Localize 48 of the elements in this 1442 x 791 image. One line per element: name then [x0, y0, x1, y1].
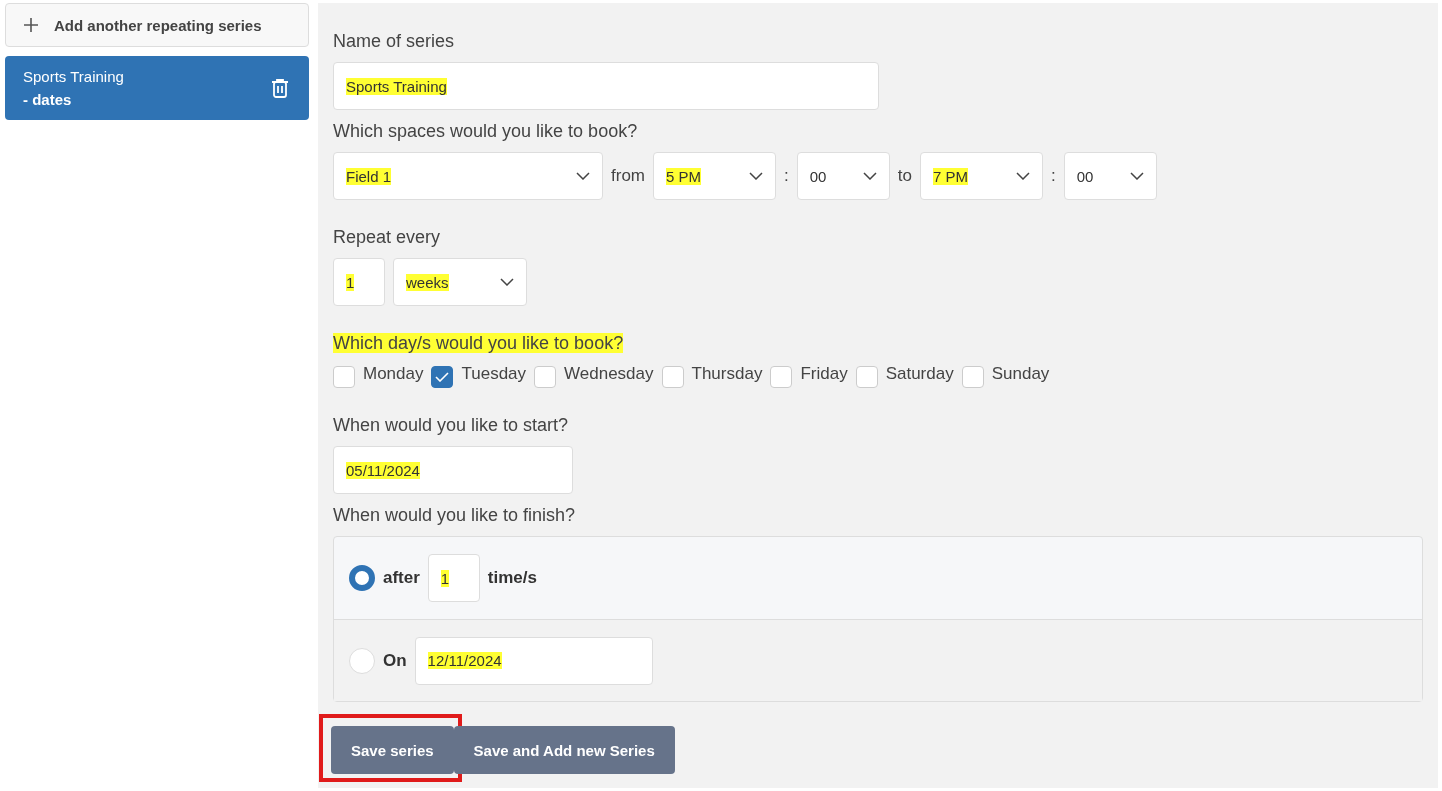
start-date-field[interactable]: 05/11/2024 — [333, 446, 573, 494]
chevron-down-icon — [749, 172, 763, 180]
save-button[interactable]: Save series — [331, 726, 454, 774]
checkmark-icon — [435, 372, 450, 382]
series-title: Sports Training — [23, 68, 124, 85]
field-label: Which day/s would you like to book? — [333, 333, 624, 353]
inline-text: to — [897, 165, 912, 187]
count-field[interactable]: 1 — [333, 258, 385, 306]
trash-icon[interactable] — [271, 78, 289, 98]
select-field[interactable]: 5 PM — [653, 152, 776, 200]
series-subtitle: - dates — [23, 91, 73, 108]
checkbox-label: Friday — [800, 364, 848, 384]
checkbox[interactable] — [431, 366, 454, 388]
chevron-down-icon — [500, 278, 514, 286]
chevron-down-icon — [862, 172, 877, 180]
option-field[interactable]: 1 — [427, 554, 480, 602]
chevron-down-icon — [1015, 172, 1030, 180]
inline-text: : — [784, 165, 789, 187]
option-suffix: time/s — [487, 568, 537, 588]
option-label: On — [383, 650, 407, 671]
series-item[interactable]: Sports Training - dates — [5, 56, 309, 120]
select-field[interactable]: 00 — [1063, 152, 1157, 200]
save-button[interactable]: Save and Add new Series — [453, 726, 675, 774]
select-field[interactable]: Field 1 — [333, 152, 603, 200]
unit-select[interactable]: weeks — [393, 258, 527, 306]
checkbox-label: Wednesday — [564, 364, 654, 384]
option-field[interactable]: 12/11/2024 — [414, 636, 653, 685]
field-label: Which spaces would you like to book? — [333, 120, 639, 142]
checkbox-label: Sunday — [991, 364, 1050, 384]
checkbox-label: Saturday — [885, 364, 954, 384]
field-label: When would you like to start? — [333, 414, 570, 436]
inline-text: : — [1050, 165, 1056, 187]
field-label: Repeat every — [333, 226, 442, 248]
select-field[interactable]: 7 PM — [919, 152, 1043, 200]
chevron-down-icon — [576, 172, 590, 180]
checkbox-label: Monday — [363, 364, 424, 384]
inline-text: from — [611, 165, 645, 187]
checkbox-label: Thursday — [691, 364, 763, 384]
plus-icon — [24, 18, 38, 32]
select-field[interactable]: 00 — [796, 152, 890, 200]
field-label: When would you like to finish? — [333, 504, 577, 526]
chevron-down-icon — [1129, 172, 1144, 180]
radio-button[interactable] — [349, 565, 375, 591]
name-field[interactable]: Sports Training — [333, 62, 879, 110]
checkbox-label: Tuesday — [461, 364, 527, 384]
add-series-button[interactable]: Add another repeating series — [5, 3, 309, 47]
option-label: after — [383, 568, 420, 588]
field-label: Name of series — [333, 30, 456, 52]
